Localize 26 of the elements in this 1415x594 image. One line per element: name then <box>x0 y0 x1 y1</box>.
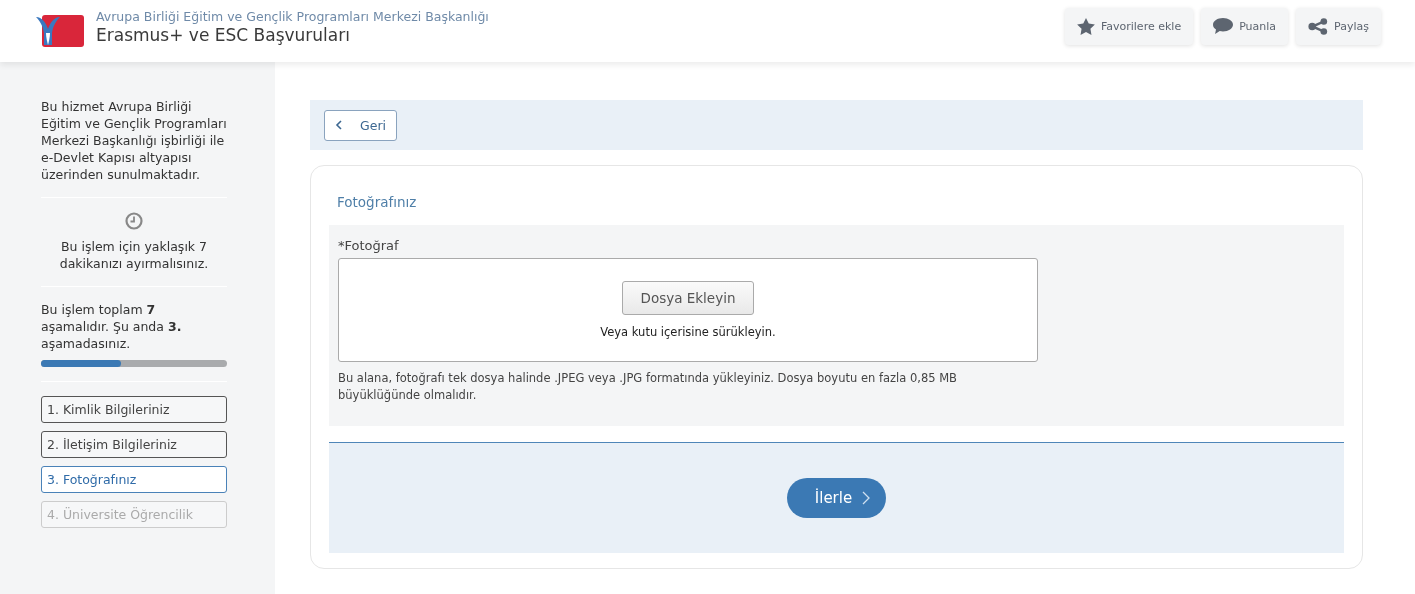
progress-note: Bu işlem toplam 7 aşamalıdır. Şu anda 3. aşamadasınız. <box>41 302 182 351</box>
drop-hint: Veya kutu içerisine sürükleyin. <box>600 325 776 339</box>
step-item[interactable]: 1. Kimlik Bilgileriniz <box>41 396 227 423</box>
step-item[interactable]: 3. Fotoğrafınız <box>41 466 227 493</box>
service-title: Erasmus+ ve ESC Başvuruları <box>96 25 351 45</box>
add-file-button[interactable]: Dosya Ekleyin <box>621 281 755 315</box>
service-info: Bu hizmet Avrupa Birliği Eğitim ve Gençlik Programları Merkezi Başkanlığı işbirliği ile e-Devlet Kapısı altyapısı üzerinden sunulmaktadır. <box>41 99 227 182</box>
comment-button[interactable]: Puanla <box>1201 7 1289 45</box>
chevron-left-icon <box>335 120 342 130</box>
chevron-right-icon <box>862 491 871 505</box>
star-icon <box>1076 17 1095 35</box>
speech-bubble-icon <box>1213 18 1234 34</box>
next-button[interactable]: İlerle <box>786 478 887 518</box>
agency-name: Avrupa Birliği Eğitim ve Gençlik Programları Merkezi Başkanlığı <box>96 9 490 24</box>
section-title: Fotoğrafınız <box>336 194 418 210</box>
star-button[interactable]: Favorilere ekle <box>1064 7 1194 45</box>
duration-note: Bu işlem için yaklaşık 7 dakikanızı ayırmalısınız. <box>58 238 210 272</box>
share-button[interactable]: Paylaş <box>1296 7 1381 45</box>
upload-drop-zone[interactable]: Dosya Ekleyin Veya kutu içerisine sürükleyin. <box>338 258 1038 362</box>
field-label: *Fotoğraf <box>338 238 400 253</box>
help-text: Bu alana, fotoğrafı tek dosya halinde .JPEG veya .JPG formatında yükleyiniz. Dosya boyutu en fazla 0,85 MB büyüklüğünde olmalıdır. <box>338 370 958 404</box>
share-icon <box>1308 17 1329 35</box>
back-button[interactable]: Geri <box>324 109 397 141</box>
logo-icon <box>34 13 84 49</box>
step-item[interactable]: 2. İletişim Bilgileriniz <box>41 431 227 458</box>
clock-icon <box>125 212 143 230</box>
